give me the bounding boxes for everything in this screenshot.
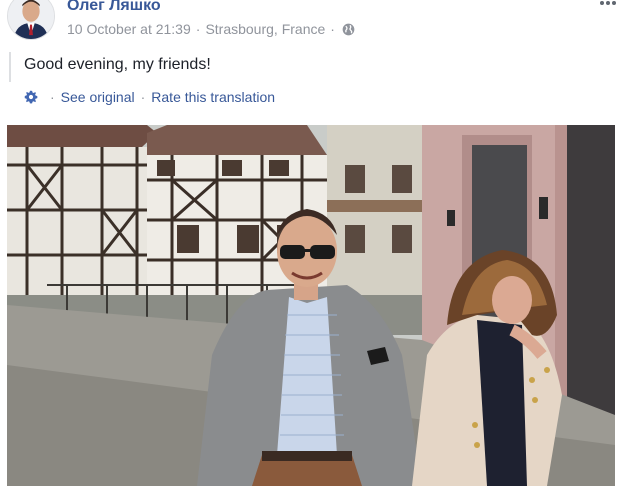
more-icon[interactable] — [598, 0, 618, 8]
gear-icon[interactable] — [24, 90, 38, 104]
translation-bar: · See original · Rate this translation — [24, 89, 275, 105]
author-avatar[interactable] — [7, 0, 55, 40]
facebook-post: Олег Ляшко 10 October at 21:39 · Strasbo… — [0, 0, 619, 486]
meta-separator: · — [330, 21, 335, 37]
post-timestamp[interactable]: 10 October at 21:39 — [67, 21, 191, 37]
post-photo[interactable] — [7, 125, 615, 486]
post-location[interactable]: Strasbourg, France — [205, 21, 325, 37]
author-name[interactable]: Олег Ляшко — [67, 0, 161, 15]
see-original-link[interactable]: See original — [61, 89, 135, 105]
translation-separator: · — [140, 89, 146, 105]
meta-separator: · — [195, 21, 201, 37]
post-meta: 10 October at 21:39 · Strasbourg, France… — [67, 21, 355, 37]
translation-separator: · — [50, 89, 55, 105]
rate-translation-link[interactable]: Rate this translation — [151, 89, 275, 105]
globe-icon[interactable] — [342, 23, 355, 36]
post-text: Good evening, my friends! — [24, 56, 211, 73]
quote-bar — [9, 52, 11, 82]
